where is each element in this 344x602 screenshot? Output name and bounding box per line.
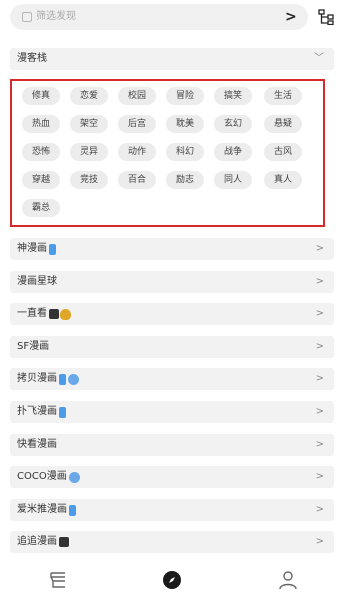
genre-tag[interactable]: 耽美 [166,115,204,133]
chevron-right-icon: > [315,341,324,352]
source-label: SF漫画 [17,341,50,352]
genre-tag[interactable]: 悬疑 [264,115,302,133]
genre-tag[interactable]: 修真 [22,87,60,105]
source-row[interactable]: 爱米推漫画 > [10,499,334,521]
source-label: 漫画星球 [17,276,57,287]
chevron-right-icon: > [315,308,324,319]
source-label-wrap: 神漫画 [17,242,56,256]
bottom-nav [0,558,344,602]
chevron-right-icon: > [315,536,324,547]
source-label-wrap: SF漫画 [17,340,49,354]
source-row[interactable]: COCO漫画 > [10,466,334,488]
source-row[interactable]: SF漫画 > [10,336,334,358]
genre-tag[interactable]: 玄幻 [214,115,252,133]
source-label: 拷贝漫画 [17,373,57,384]
chevron-right-icon: > [315,406,324,417]
globe-icon [68,373,79,385]
bookshelf-icon[interactable] [46,568,70,592]
genre-tag-panel: 修真 恋爱 校园 冒险 搞笑 生活热血 架空 后宫 耽美 玄幻 悬疑恐怖 灵异 动作 科幻 战争 古风穿越 竞技… [10,79,325,227]
genre-tag[interactable]: 恋爱 [70,87,108,105]
search-go-button[interactable]: > [285,8,297,26]
genre-tag[interactable]: 百合 [118,171,156,189]
source-row[interactable]: 神漫画 > [10,238,334,260]
chevron-right-icon: > [315,439,324,450]
source-label: 追追漫画 [17,536,57,547]
genre-tag[interactable]: 生活 [264,87,302,105]
source-label: 扑飞漫画 [17,406,57,417]
source-row[interactable]: 拷贝漫画 > [10,368,334,390]
source-label-wrap: 拷贝漫画 [17,372,79,386]
source-label: COCO漫画 [17,471,67,482]
chevron-right-icon: > [315,276,324,287]
genre-tag[interactable]: 恐怖 [22,143,60,161]
genre-tag[interactable]: 校园 [118,87,156,105]
dark-badge-icon [59,537,69,547]
source-label-wrap: 一直看 [17,307,71,321]
chevron-right-icon: > [315,471,324,482]
source-label-wrap: 爱米推漫画 [17,503,76,517]
genre-tag[interactable]: 架空 [70,115,108,133]
phone-badge-icon [69,504,76,516]
source-label-wrap: COCO漫画 [17,470,80,484]
genre-tag[interactable]: 冒险 [166,87,204,105]
search-input[interactable]: 筛选发现 > [10,4,308,30]
source-row[interactable]: 扑飞漫画 > [10,401,334,423]
profile-icon[interactable] [276,568,300,592]
genre-tag[interactable]: 搞笑 [214,87,252,105]
source-label: 爱米推漫画 [17,504,67,515]
genre-tag[interactable]: 战争 [214,143,252,161]
chevron-right-icon: > [315,504,324,515]
explore-compass-icon[interactable] [160,568,184,592]
source-label-wrap: 漫画星球 [17,275,57,289]
genre-tag[interactable]: 热血 [22,115,60,133]
phone-badge-icon [59,406,66,418]
genre-tag[interactable]: 后宫 [118,115,156,133]
search-icon [22,12,32,22]
genre-tag[interactable]: 穿越 [22,171,60,189]
genre-tag[interactable]: 真人 [264,171,302,189]
genre-tag[interactable]: 竞技 [70,171,108,189]
source-row[interactable]: 一直看 > [10,303,334,325]
source-row[interactable]: 漫画星球 > [10,271,334,293]
coin-bag-icon [60,308,71,320]
source-row-expanded[interactable]: 漫客栈 ﹀ [10,48,334,70]
source-label: 快看漫画 [17,439,57,450]
genre-tag[interactable]: 动作 [118,143,156,161]
source-label-wrap: 扑飞漫画 [17,405,66,419]
genre-tag[interactable]: 霸总 [22,199,60,217]
genre-tag[interactable]: 科幻 [166,143,204,161]
source-label: 神漫画 [17,243,47,254]
source-label-wrap: 快看漫画 [17,438,57,452]
source-row[interactable]: 快看漫画 > [10,434,334,456]
dark-badge-icon [49,309,59,319]
genre-tag[interactable]: 古风 [264,143,302,161]
source-label: 一直看 [17,308,47,319]
genre-tag[interactable]: 励志 [166,171,204,189]
source-label-wrap: 追追漫画 [17,535,69,549]
globe-icon [68,471,80,483]
genre-tag[interactable]: 同人 [214,171,252,189]
chevron-right-icon: > [315,373,324,384]
source-label: 漫客栈 [17,53,47,64]
search-placeholder: 筛选发现 [36,11,76,22]
chevron-right-icon: > [315,243,324,254]
search-bar-row: 筛选发现 > [0,0,344,36]
source-row[interactable]: 追追漫画 > [10,531,334,553]
category-tree-icon[interactable] [318,9,334,25]
phone-badge-icon [49,243,56,255]
phone-badge-icon [59,373,66,385]
genre-tag[interactable]: 灵异 [70,143,108,161]
chevron-down-icon: ﹀ [314,53,324,64]
